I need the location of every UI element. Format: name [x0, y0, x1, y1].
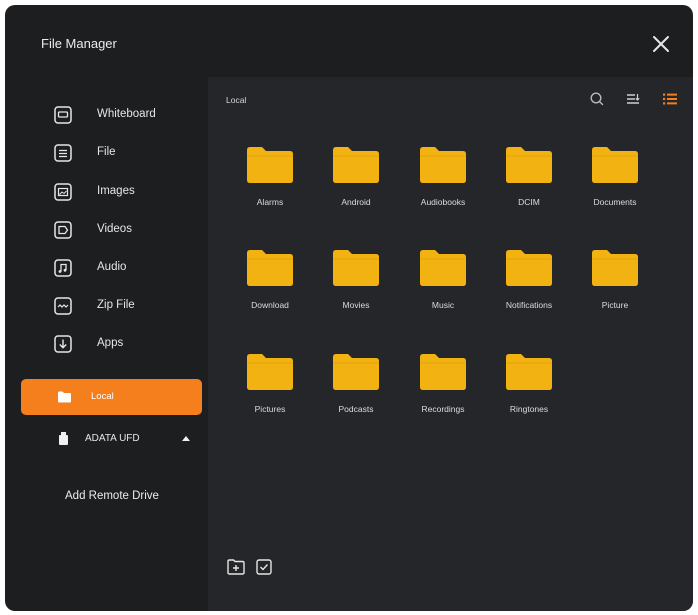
sidebar-item-zip-file[interactable]: Zip File: [5, 289, 208, 323]
sort-icon: [627, 94, 640, 104]
sidebar-item-label: ADATA UFD: [85, 433, 140, 444]
image-icon: [54, 183, 72, 201]
folder-icon: [592, 147, 638, 183]
sidebar-item-audio[interactable]: Audio: [5, 251, 208, 285]
header: File Manager: [5, 5, 693, 77]
main-panel: Local Alarms Android Audiobooks DCIM Doc…: [208, 77, 693, 611]
folder-item[interactable]: Ringtones: [489, 346, 569, 436]
folder-icon: [420, 147, 466, 183]
folder-item[interactable]: Download: [230, 242, 310, 332]
folder-name: Download: [251, 300, 289, 310]
usb-drive-icon: [59, 432, 68, 445]
folder-icon: [247, 354, 293, 390]
close-button[interactable]: [650, 33, 672, 55]
sidebar-item-videos[interactable]: Videos: [5, 213, 208, 247]
folder-icon: [333, 147, 379, 183]
folder-item[interactable]: Notifications: [489, 242, 569, 332]
folder-icon: [333, 354, 379, 390]
multi-select-button[interactable]: [254, 557, 274, 577]
file-icon: [54, 144, 72, 162]
folder-name: Alarms: [256, 197, 284, 207]
folder-name: Pictures: [254, 404, 286, 414]
new-folder-button[interactable]: [226, 557, 246, 577]
sidebar-item-label: File: [97, 146, 116, 158]
breadcrumb: Local: [226, 95, 247, 105]
sidebar-item-label: Apps: [97, 337, 124, 349]
window-title: File Manager: [41, 36, 117, 51]
folder-name: Podcasts: [338, 404, 374, 414]
folder-icon: [506, 147, 552, 183]
folder-item[interactable]: DCIM: [489, 139, 569, 229]
apps-icon: [54, 335, 72, 353]
folder-icon: [506, 250, 552, 286]
folder-icon: [420, 354, 466, 390]
sidebar-item-local[interactable]: Local: [21, 379, 202, 415]
add-remote-drive-button[interactable]: Add Remote Drive: [65, 490, 159, 502]
audio-icon: [54, 259, 72, 277]
eject-caret-icon[interactable]: [182, 436, 190, 441]
checkbox-icon: [256, 559, 272, 575]
folder-icon: [247, 147, 293, 183]
zip-file-icon: [54, 297, 72, 315]
sidebar-item-label: Videos: [97, 223, 132, 235]
folder-name: Movies: [342, 300, 370, 310]
sidebar-item-label: Zip File: [97, 299, 135, 311]
sidebar-item-apps[interactable]: Apps: [5, 327, 208, 361]
folder-item[interactable]: Documents: [575, 139, 655, 229]
folder-icon: [592, 250, 638, 286]
folder-icon: [420, 250, 466, 286]
folder-item[interactable]: Android: [316, 139, 396, 229]
folder-item[interactable]: Picture: [575, 242, 655, 332]
folder-name: Documents: [593, 197, 637, 207]
sidebar-item-label: Images: [97, 185, 135, 197]
folder-item[interactable]: Movies: [316, 242, 396, 332]
folder-name: Music: [431, 300, 455, 310]
folder-item[interactable]: Pictures: [230, 346, 310, 436]
list-view-button[interactable]: [661, 90, 679, 108]
folder-item[interactable]: Alarms: [230, 139, 310, 229]
new-folder-icon: [227, 559, 245, 575]
folder-icon: [333, 250, 379, 286]
folder-name: Audiobooks: [420, 197, 466, 207]
folder-item[interactable]: Audiobooks: [403, 139, 483, 229]
folder-icon: [506, 354, 552, 390]
sidebar-item-usb-drive[interactable]: ADATA UFD: [5, 427, 208, 453]
folder-icon: [58, 391, 71, 403]
folder-item[interactable]: Podcasts: [316, 346, 396, 436]
folder-icon: [247, 250, 293, 286]
folder-item[interactable]: Music: [403, 242, 483, 332]
sidebar-item-images[interactable]: Images: [5, 175, 208, 209]
folder-item[interactable]: Recordings: [403, 346, 483, 436]
sidebar-item-label: Whiteboard: [97, 108, 156, 120]
folder-name: Picture: [601, 300, 629, 310]
folder-name: DCIM: [518, 197, 540, 207]
search-button[interactable]: [588, 90, 606, 108]
sidebar-item-file[interactable]: File: [5, 136, 208, 170]
folder-name: Recordings: [421, 404, 465, 414]
folder-name: Notifications: [505, 300, 553, 310]
sidebar-item-label: Audio: [97, 261, 127, 273]
sidebar-item-whiteboard[interactable]: Whiteboard: [5, 98, 208, 132]
sidebar: Whiteboard File Images Videos Audio Zip …: [5, 77, 208, 611]
whiteboard-icon: [54, 106, 72, 124]
file-manager-window: File Manager Whiteboard File Images Vide…: [5, 5, 693, 611]
folder-name: Android: [341, 197, 371, 207]
list-view-icon: [663, 93, 677, 105]
folder-name: Ringtones: [509, 404, 549, 414]
close-icon: [653, 36, 669, 52]
sidebar-item-label: Local: [91, 391, 114, 402]
sort-button[interactable]: [624, 90, 642, 108]
video-icon: [54, 221, 72, 239]
search-icon: [590, 92, 604, 106]
